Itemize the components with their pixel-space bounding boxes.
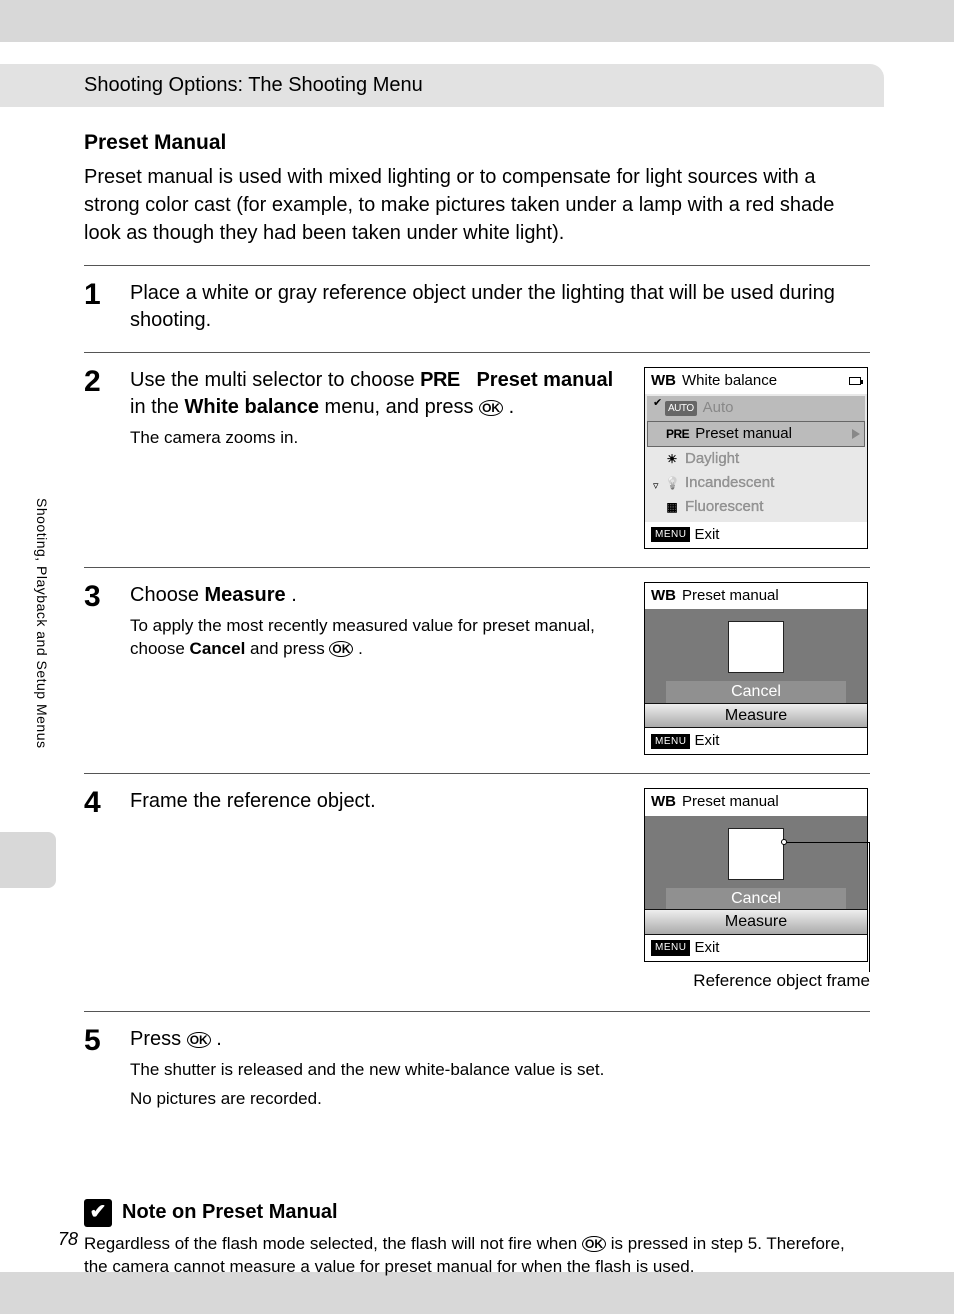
lcd-preset-measure: WB Preset manual Cancel Measure MENU Exi… [644,582,868,756]
menu-item-daylight: Daylight [645,447,867,471]
cancel-option: Cancel [666,681,846,703]
text: menu, and press [325,396,480,418]
step-number: 1 [84,280,112,334]
side-label: Shooting, Playback and Setup Menus [34,498,50,749]
auto-icon: AUTO [665,401,697,417]
chapter-header: Shooting Options: The Shooting Menu [0,64,884,107]
menu-item-auto: AUTO Auto [647,396,865,420]
content: Preset Manual Preset manual is used with… [0,107,954,1279]
step-subtext: No pictures are recorded. [130,1088,870,1111]
step-text: Press OK . The shutter is released and t… [130,1026,870,1111]
sun-icon [665,449,679,469]
menu-item-preset: PRE Preset manual [647,421,865,447]
step-1: 1 Place a white or gray reference object… [84,265,870,352]
text: Press [130,1028,187,1050]
step-text: Place a white or gray reference object u… [130,280,870,334]
label: Daylight [685,449,739,469]
text: . [358,639,363,658]
step-number: 4 [84,788,112,993]
bold-text: Preset manual [476,369,613,391]
note-body: Regardless of the flash mode selected, t… [84,1233,870,1279]
pre-icon: PRE [420,369,460,391]
text: in the [130,396,184,418]
text: Choose [130,584,205,606]
step-2: 2 Use the multi selector to choose PRE P… [84,352,870,567]
caution-icon: ✔ [84,1199,112,1227]
step-subtext: The shutter is released and the new whit… [130,1059,870,1082]
exit-label: Exit [694,938,719,958]
wb-icon: WB [651,586,676,606]
label: Preset manual [695,424,792,444]
note-block: ✔ Note on Preset Manual Regardless of th… [84,1199,870,1279]
callout-line [869,842,870,972]
bold-text: White balance [184,396,318,418]
fluorescent-icon [665,497,679,517]
note-title: Note on Preset Manual [122,1199,338,1226]
step-text: Choose Measure . To apply the most recen… [130,582,626,756]
lcd-preset-frame: WB Preset manual Cancel Measure MENU Exi… [644,788,868,962]
bulb-icon [665,473,679,493]
exit-label: Exit [694,731,719,751]
text: . [216,1028,222,1050]
lcd-title: Preset manual [682,586,779,606]
step-3: 3 Choose Measure . To apply the most rec… [84,567,870,774]
wb-icon: WB [651,371,676,391]
ok-icon: OK [479,400,503,416]
label: Fluorescent [685,497,763,517]
ok-icon: OK [187,1032,211,1048]
step-4: 4 Frame the reference object. WB Preset … [84,773,870,1011]
text: Use the multi selector to choose [130,369,420,391]
wb-icon: WB [651,792,676,812]
lcd-white-balance-menu: WB White balance ✔ AUTO Auto PRE [644,367,868,549]
text: . [291,584,297,606]
measure-option: Measure [645,703,867,729]
step-text: Frame the reference object. [130,788,626,993]
label: Auto [703,398,734,418]
ok-icon: OK [582,1236,606,1252]
reference-frame [728,828,784,880]
step-number: 5 [84,1026,112,1111]
step-5: 5 Press OK . The shutter is released and… [84,1011,870,1129]
intro-text: Preset manual is used with mixed lightin… [84,163,870,247]
scroll-down-icon: ▿ [653,479,659,494]
step-text: Use the multi selector to choose PRE Pre… [130,367,626,549]
cancel-option: Cancel [666,888,846,910]
lcd-title: Preset manual [682,792,779,812]
menu-item-fluorescent: Fluorescent [645,495,867,519]
lcd-title: White balance [682,371,777,391]
page: Shooting Options: The Shooting Menu Shoo… [0,42,954,1272]
battery-icon [849,377,861,385]
exit-label: Exit [694,525,719,545]
page-number: 78 [58,1229,78,1250]
step-number: 2 [84,367,112,549]
step-number: 3 [84,582,112,756]
check-icon: ✔ [653,396,662,411]
menu-item-incandescent: Incandescent [645,471,867,495]
menu-icon: MENU [651,527,690,543]
step-subtext: The camera zooms in. [130,427,626,450]
text: and press [250,639,329,658]
pre-icon: PRE [666,426,689,442]
lcd-caption: Reference object frame [644,970,870,993]
menu-icon: MENU [651,734,690,750]
ok-icon: OK [329,641,353,657]
section-title: Preset Manual [84,131,870,155]
label: Incandescent [685,473,774,493]
measure-option: Measure [645,909,867,935]
callout-line [787,842,869,843]
text: Regardless of the flash mode selected, t… [84,1234,582,1253]
text: . [509,396,515,418]
menu-icon: MENU [651,940,690,956]
reference-frame [728,621,784,673]
bold-text: Measure [205,584,286,606]
side-tab [0,832,56,888]
bold-text: Cancel [190,639,246,658]
